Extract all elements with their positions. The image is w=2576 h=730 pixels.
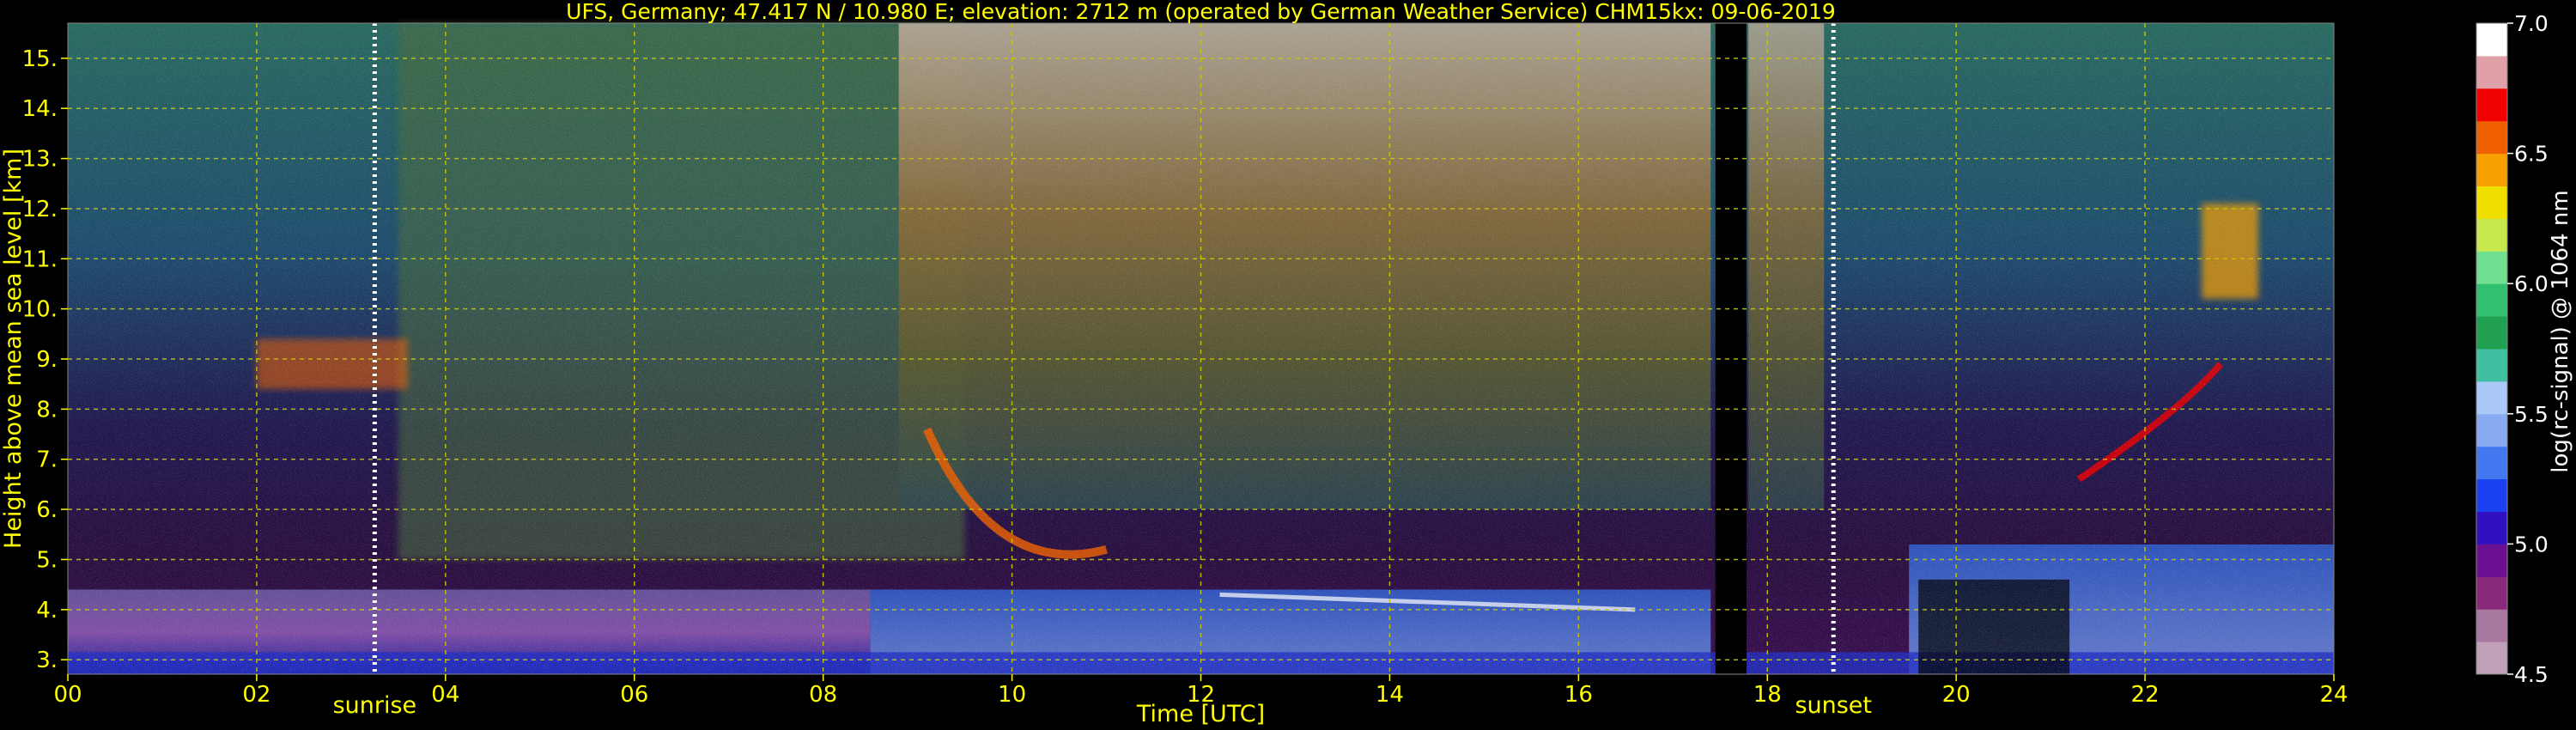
x-tick-label-4: 08	[809, 682, 837, 708]
y-tick-label-12: 15.	[22, 46, 58, 72]
colorbar-tick-label-3: 6.0	[2514, 271, 2549, 296]
colorbar-segment-6	[2476, 446, 2507, 480]
colorbar-segment-17	[2476, 88, 2507, 122]
chart-title: UFS, Germany; 47.417 N / 10.980 E; eleva…	[566, 0, 1836, 24]
annotation-sunset: sunset	[1795, 692, 1872, 719]
colorbar-segment-11	[2476, 283, 2507, 317]
colorbar-segment-3	[2476, 544, 2507, 577]
colorbar-tick-label-2: 5.5	[2514, 402, 2549, 427]
y-axis-label: Height above mean sea level [km]	[0, 149, 27, 549]
colorbar-segment-9	[2476, 349, 2507, 382]
y-tick-label-0: 3.	[36, 648, 58, 673]
x-tick-label-5: 10	[998, 682, 1026, 708]
no-data-gap	[1715, 23, 1747, 674]
colorbar-segment-1	[2476, 609, 2507, 642]
x-tick-label-10: 20	[1942, 682, 1971, 708]
x-tick-label-8: 16	[1564, 682, 1593, 708]
colorbar-ticks: 4.5 5.0 5.5 6.0 6.5 7.0	[2507, 11, 2549, 687]
colorbar-segment-15	[2476, 153, 2507, 186]
colorbar-tick-label-4: 6.5	[2514, 142, 2549, 167]
y-tick-label-3: 6.	[36, 497, 58, 523]
colorbar-tick-label-5: 7.0	[2514, 11, 2549, 36]
y-tick-label-1: 4.	[36, 598, 58, 624]
colorbar-segment-8	[2476, 380, 2507, 415]
x-tick-label-2: 04	[431, 682, 459, 708]
annotation-sunrise: sunrise	[333, 692, 417, 719]
y-tick-label-6: 9.	[36, 347, 58, 373]
y-tick-label-10: 13.	[22, 147, 58, 173]
x-tick-label-3: 06	[620, 682, 648, 708]
x-axis-label: Time [UTC]	[1136, 701, 1265, 727]
x-tick-label-0: 00	[53, 682, 82, 708]
colorbar-tick-label-1: 5.0	[2514, 532, 2549, 557]
x-tick-label-9: 18	[1753, 682, 1782, 708]
colorbar-label: log(rc-signal) @ 1064 nm	[2548, 190, 2573, 472]
colorbar	[2476, 22, 2508, 675]
colorbar-segment-10	[2476, 316, 2507, 350]
y-tick-label-11: 14.	[22, 96, 58, 122]
colorbar-segment-14	[2476, 186, 2507, 219]
y-tick-label-9: 12.	[22, 197, 58, 222]
colorbar-segment-13	[2476, 218, 2507, 252]
colorbar-segment-0	[2476, 642, 2507, 675]
colorbar-segment-18	[2476, 55, 2507, 89]
y-tick-label-5: 8.	[36, 397, 58, 423]
colorbar-segment-16	[2476, 120, 2507, 155]
y-tick-label-2: 5.	[36, 547, 58, 573]
y-axis-ticks: 3. 4. 5. 6. 7. 8. 9. 10. 11. 12. 13. 14. 15.	[22, 46, 68, 673]
colorbar-tick-label-0: 4.5	[2514, 662, 2549, 687]
x-tick-label-12: 24	[2319, 682, 2348, 708]
colorbar-segment-2	[2476, 576, 2507, 610]
y-tick-label-8: 11.	[22, 246, 58, 272]
sun-annotations: sunrise sunset	[333, 692, 1872, 719]
colorbar-segment-7	[2476, 413, 2507, 447]
y-tick-label-7: 10.	[22, 297, 58, 323]
colorbar-segment-4	[2476, 511, 2507, 544]
colorbar-segment-12	[2476, 251, 2507, 284]
x-tick-label-1: 02	[242, 682, 270, 708]
x-tick-label-11: 22	[2131, 682, 2160, 708]
colorbar-segment-19	[2476, 23, 2507, 57]
x-tick-label-7: 14	[1376, 682, 1404, 708]
ceilometer-chart: UFS, Germany; 47.417 N / 10.980 E; eleva…	[0, 0, 2573, 727]
colorbar-segment-5	[2476, 478, 2507, 512]
y-tick-label-4: 7.	[36, 447, 58, 473]
